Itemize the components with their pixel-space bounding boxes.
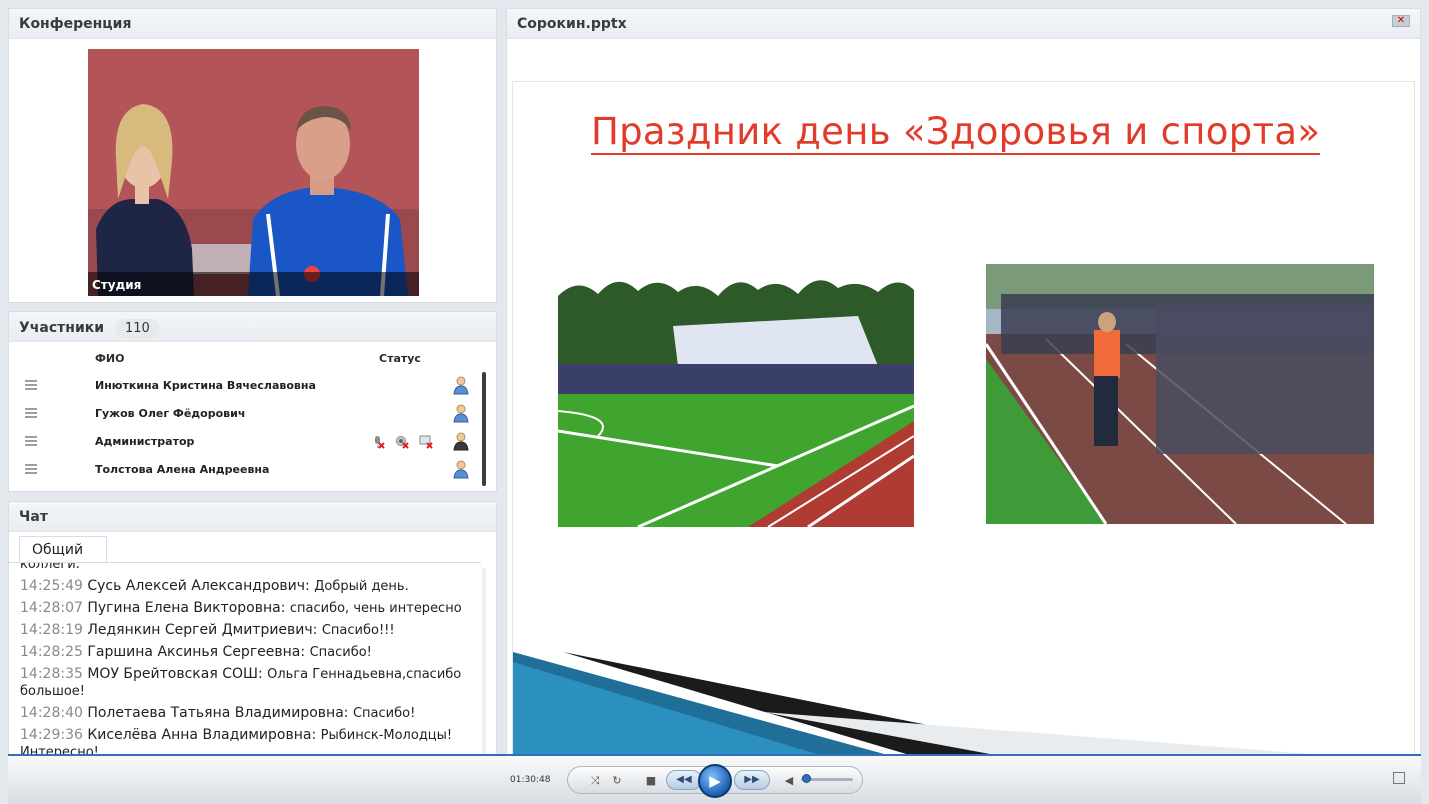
column-name-header[interactable]: ФИО [95, 352, 124, 365]
presentation-panel: Сорокин.pptx ✕ Праздник день «Здоровья и… [506, 8, 1421, 794]
user-icon [453, 404, 469, 423]
participants-title: Участники [19, 320, 105, 336]
participants-count-badge: 110 [114, 319, 160, 338]
repeat-icon[interactable]: ↻ [608, 772, 626, 790]
chat-message: 14:28:35 МОУ Брейтовская СОШ: Ольга Генн… [9, 663, 481, 702]
stadium-photo [558, 266, 914, 527]
message-time: 14:28:35 [20, 666, 83, 682]
message-author: Пугина Елена Викторовна: [87, 600, 286, 616]
drag-handle-icon[interactable] [25, 380, 37, 390]
fullscreen-icon[interactable] [1393, 772, 1405, 784]
playback-time: 01:30:48 [510, 775, 551, 785]
drag-handle-icon[interactable] [25, 464, 37, 474]
slide-title: Праздник день «Здоровья и спорта» [591, 110, 1321, 155]
message-time: 14:28:40 [20, 705, 83, 721]
drag-handle-icon[interactable] [25, 408, 37, 418]
message-text: Спасибо! [309, 645, 372, 660]
message-author: Ледянкин Сергей Дмитриевич: [87, 622, 318, 638]
message-text: Спасибо!!! [321, 623, 395, 638]
participants-scrollbar[interactable] [482, 372, 486, 486]
microphone-off-icon[interactable] [371, 435, 385, 449]
user-icon [453, 376, 469, 395]
message-time: 14:25:49 [20, 578, 83, 594]
message-time: 14:28:25 [20, 644, 83, 660]
participant-name: Администратор [95, 435, 195, 448]
message-text: спасибо, чень интересно [289, 601, 462, 616]
message-author: Киселёва Анна Владимировна: [87, 727, 317, 743]
volume-knob[interactable] [802, 774, 811, 783]
chat-message: 14:28:40 Полетаева Татьяна Владимировна:… [9, 702, 481, 724]
chat-message: 14:28:19 Ледянкин Сергей Дмитриевич: Спа… [9, 619, 481, 641]
admin-user-icon [453, 432, 469, 451]
participants-table-header: ФИО Статус [9, 350, 496, 370]
message-time: 14:28:07 [20, 600, 83, 616]
chat-message: 14:25:49 Сусь Алексей Александрович: Доб… [9, 575, 481, 597]
close-icon[interactable]: ✕ [1392, 15, 1410, 27]
message-time: 14:29:36 [20, 727, 83, 743]
chat-header: Чат [9, 502, 496, 532]
message-author: Полетаева Татьяна Владимировна: [87, 705, 349, 721]
message-author: Сусь Алексей Александрович: [87, 578, 310, 594]
running-track-photo [986, 264, 1374, 524]
participant-row[interactable]: Толстова Алена Андреевна [9, 456, 479, 484]
participant-row[interactable]: Гужов Олег Фёдорович [9, 400, 479, 428]
message-author: МОУ Брейтовская СОШ: [87, 666, 263, 682]
video-label: Студия [92, 278, 142, 292]
chat-panel: Чат Общий коллеги. 14:25:49 Сусь Алексей… [8, 501, 497, 794]
chat-message-partial: коллеги. [9, 562, 481, 575]
user-icon [453, 460, 469, 479]
rewind-button[interactable]: ◀◀ [666, 770, 702, 790]
participants-panel: Участники 110 ФИО Статус Инюткина Кристи… [8, 311, 497, 492]
message-text: коллеги. [20, 562, 80, 572]
slide: Праздник день «Здоровья и спорта» [512, 81, 1415, 761]
column-status-header[interactable]: Статус [379, 352, 421, 365]
shuffle-icon[interactable]: ⤨ [586, 772, 604, 790]
message-author: Гаршина Аксинья Сергеевна: [87, 644, 306, 660]
video-stream[interactable]: Студия [88, 49, 419, 296]
camera-off-icon[interactable] [395, 435, 409, 449]
participant-row[interactable]: Администратор [9, 428, 479, 456]
slide-decoration [513, 652, 1390, 760]
participants-scroll-thumb[interactable] [482, 372, 486, 486]
participant-name: Гужов Олег Фёдорович [95, 407, 246, 420]
participant-name: Толстова Алена Андреевна [95, 463, 270, 476]
player-bar: 01:30:48 ⤨ ↻ ■ ◀◀ ▶▶ ◀ ▶ [8, 754, 1421, 804]
tab-general[interactable]: Общий [19, 536, 107, 562]
screen-off-icon[interactable] [419, 435, 433, 449]
participants-header: Участники 110 [9, 312, 496, 342]
conference-panel: Конференция Студия [8, 8, 497, 303]
play-button[interactable]: ▶ [698, 764, 732, 798]
message-time: 14:28:19 [20, 622, 83, 638]
volume-icon[interactable]: ◀ [780, 772, 798, 790]
message-text: Добрый день. [314, 579, 409, 594]
fast-forward-button[interactable]: ▶▶ [734, 770, 770, 790]
stop-icon[interactable]: ■ [642, 772, 660, 790]
conference-header: Конференция [9, 9, 496, 39]
participant-row[interactable]: Инюткина Кристина Вячеславовна [9, 372, 479, 400]
participant-name: Инюткина Кристина Вячеславовна [95, 379, 316, 392]
video-frame [88, 49, 419, 296]
presentation-header: Сорокин.pptx [507, 9, 1420, 39]
chat-message: 14:28:07 Пугина Елена Викторовна: спасиб… [9, 597, 481, 619]
message-text: Спасибо! [352, 706, 416, 721]
drag-handle-icon[interactable] [25, 436, 37, 446]
chat-message: 14:28:25 Гаршина Аксинья Сергеевна: Спас… [9, 641, 481, 663]
